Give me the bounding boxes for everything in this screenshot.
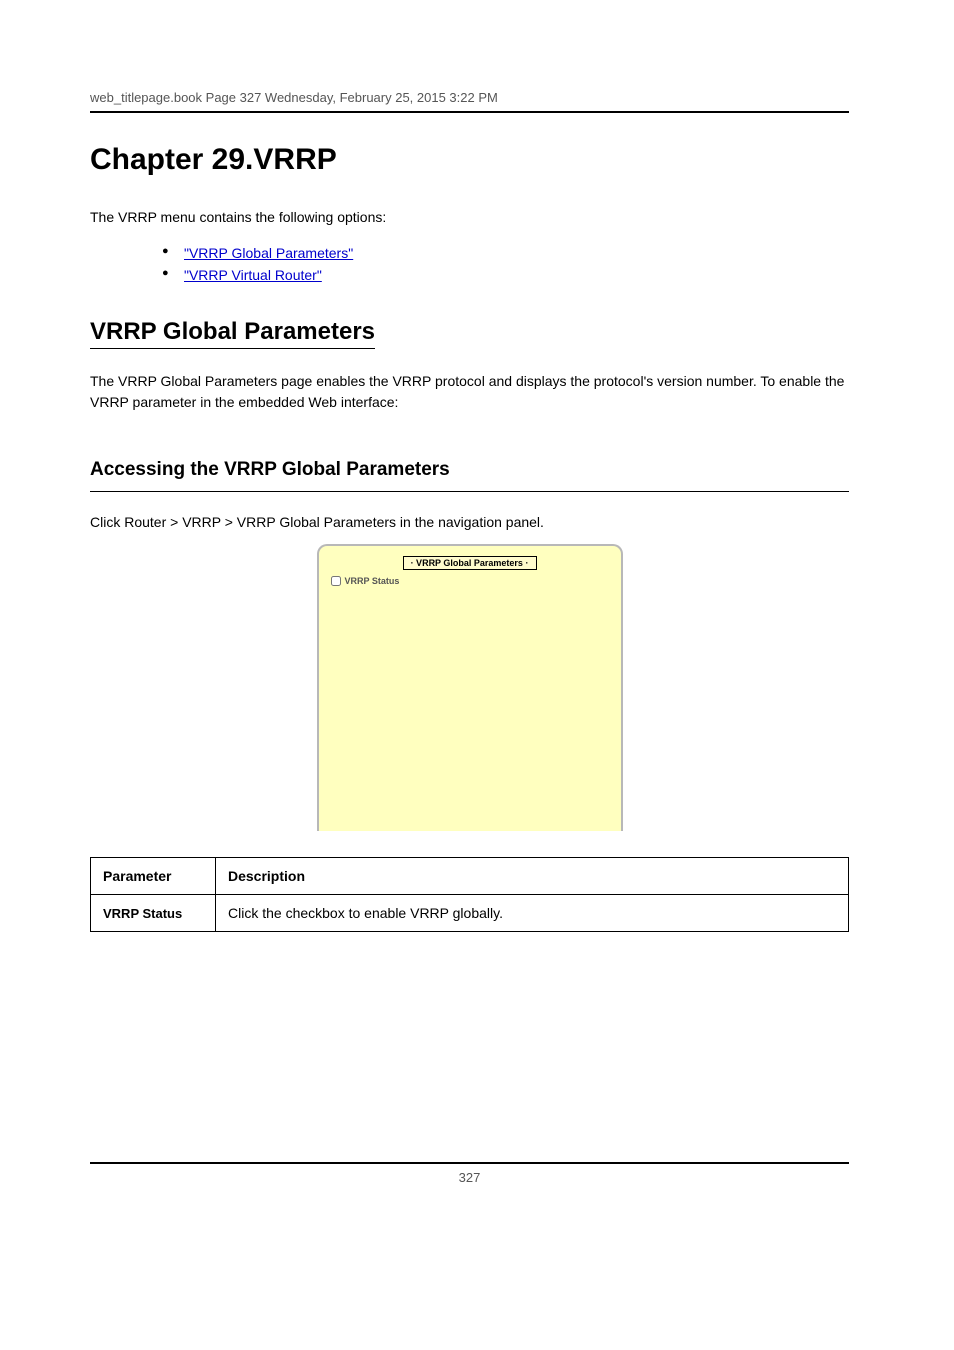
col-description: Description [216, 858, 849, 895]
cell-desc-vrrp-status: Click the checkbox to enable VRRP global… [216, 895, 849, 932]
panel-row-vrrp-status[interactable]: VRRP Status [331, 576, 609, 586]
running-head-left: web_titlepage.book Page 327 Wednesday, F… [90, 90, 498, 105]
col-parameter: Parameter [91, 858, 216, 895]
vrrp-status-checkbox[interactable] [331, 576, 341, 586]
section-paragraph: The VRRP Global Parameters page enables … [90, 371, 849, 414]
access-step: Click Router > VRRP > VRRP Global Parame… [90, 514, 849, 530]
table-head-row: Parameter Description [91, 858, 849, 895]
table-row: VRRP Status Click the checkbox to enable… [91, 895, 849, 932]
topics-list: "VRRP Global Parameters" "VRRP Virtual R… [162, 245, 849, 283]
topic-link-global-text: "VRRP Global Parameters" [184, 245, 353, 261]
panel-screenshot: · VRRP Global Parameters · VRRP Status [317, 544, 623, 831]
cell-param-vrrp-status: VRRP Status [91, 895, 216, 932]
footer-rule [90, 1162, 849, 1164]
parameters-table: Parameter Description VRRP Status Click … [90, 857, 849, 932]
access-heading: Accessing the VRRP Global Parameters [90, 459, 849, 481]
page-number: 327 [90, 1170, 849, 1185]
panel-title: · VRRP Global Parameters · [403, 556, 537, 570]
vrrp-status-label: VRRP Status [345, 576, 400, 586]
topic-link-vr[interactable]: "VRRP Virtual Router" [162, 267, 849, 283]
topics-intro: The VRRP menu contains the following opt… [90, 207, 849, 229]
section-title: VRRP Global Parameters [90, 318, 375, 346]
topic-link-global[interactable]: "VRRP Global Parameters" [162, 245, 849, 261]
header-rule [90, 111, 849, 113]
chapter-title: Chapter 29.VRRP [90, 143, 849, 177]
h3-rule [90, 491, 849, 492]
topic-link-vr-text: "VRRP Virtual Router" [184, 267, 322, 283]
